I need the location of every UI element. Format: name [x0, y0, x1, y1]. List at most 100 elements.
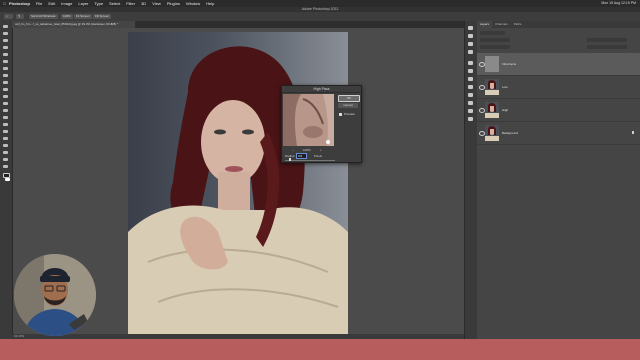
layer-row-low[interactable]: Low [477, 76, 640, 99]
fit-screen-button[interactable]: Fit Screen [74, 14, 92, 19]
presenter-video [14, 254, 96, 336]
layer-row-high[interactable]: High [477, 99, 640, 122]
crop-tool-icon[interactable] [3, 53, 8, 56]
zoom-tool-icon[interactable] [3, 165, 8, 168]
preview-zoom-level: 100% [303, 148, 311, 152]
menu-3d[interactable]: 3D [141, 1, 146, 6]
lock-icon[interactable] [632, 131, 634, 134]
eraser-tool-icon[interactable] [3, 102, 8, 105]
fill-screen-button[interactable]: Fill Screen [93, 14, 112, 19]
tools-panel [0, 21, 13, 339]
apple-icon[interactable]:  [3, 1, 6, 6]
layer-name[interactable]: High [502, 108, 508, 112]
document-canvas-image[interactable] [128, 32, 348, 334]
layer-row-inharmons[interactable]: Inharmons [477, 53, 640, 76]
menu-help[interactable]: Help [206, 1, 214, 6]
menu-view[interactable]: View [152, 1, 161, 6]
quick-select-tool-icon[interactable] [3, 46, 8, 49]
layers-panel: Layers Channels Paths Inharmons Low High… [477, 21, 640, 339]
radius-slider-handle[interactable] [289, 158, 291, 161]
menu-image[interactable]: Image [61, 1, 72, 6]
menu-layer[interactable]: Layer [78, 1, 88, 6]
fill-field[interactable] [587, 45, 627, 49]
radius-units: Pixels [314, 154, 323, 158]
zoom-in-icon[interactable]: + [320, 148, 322, 152]
layer-thumbnail [485, 125, 499, 141]
presenter-webcam [14, 254, 96, 336]
dialog-title: High Pass [282, 86, 361, 93]
layer-name[interactable]: Background [502, 131, 518, 135]
tab-channels[interactable]: Channels [492, 21, 511, 28]
frame-tool-icon[interactable] [3, 60, 8, 63]
clone-stamp-tool-icon[interactable] [3, 88, 8, 91]
dodge-tool-icon[interactable] [3, 123, 8, 126]
menu-plugins[interactable]: Plugins [167, 1, 180, 6]
shape-tool-icon[interactable] [3, 151, 8, 154]
tab-layers[interactable]: Layers [477, 21, 493, 28]
layer-thumbnail [485, 79, 499, 95]
layer-name[interactable]: Low [502, 85, 508, 89]
eyedropper-tool-icon[interactable] [3, 67, 8, 70]
adjustments-panel-icon[interactable] [468, 61, 473, 65]
menu-edit[interactable]: Edit [48, 1, 55, 6]
actions-panel-icon[interactable] [468, 109, 473, 113]
layer-thumbnail [485, 56, 499, 72]
navigator-panel-icon[interactable] [468, 117, 473, 121]
menu-type[interactable]: Type [94, 1, 103, 6]
menu-filter[interactable]: Filter [126, 1, 135, 6]
marquee-tool-icon[interactable] [3, 32, 8, 35]
brushes-panel-icon[interactable] [468, 85, 473, 89]
home-icon[interactable]: ⌂ [4, 14, 13, 19]
history-panel-icon[interactable] [468, 26, 473, 30]
zoom-tool-icon[interactable]: ⚲ [16, 14, 24, 19]
layer-name[interactable]: Inharmons [502, 62, 516, 66]
layer-row-background[interactable]: Background [477, 122, 640, 145]
portrait-photo [128, 46, 348, 334]
paragraph-panel-icon[interactable] [468, 93, 473, 97]
info-panel-icon[interactable] [468, 42, 473, 46]
menubar-clock: Mon 15 Aug 12:19 PM [601, 1, 636, 5]
radius-input[interactable]: 3.0 [296, 153, 307, 159]
bottom-banner [0, 339, 640, 360]
type-tool-icon[interactable] [3, 137, 8, 140]
blur-tool-icon[interactable] [3, 116, 8, 119]
hand-tool-icon[interactable] [3, 158, 8, 161]
pen-tool-icon[interactable] [3, 130, 8, 133]
blend-mode-dropdown[interactable] [480, 38, 510, 42]
preview-label: Preview [344, 112, 355, 116]
healing-brush-tool-icon[interactable] [3, 74, 8, 77]
document-tab[interactable]: coll_ho_frm...f_ss_tabaimse_fetal_#5f1b9… [12, 21, 135, 28]
lasso-tool-icon[interactable] [3, 39, 8, 42]
menu-file[interactable]: File [36, 1, 42, 6]
background-color-swatch[interactable] [5, 178, 10, 181]
menu-photoshop[interactable]: Photoshop [9, 1, 30, 6]
path-selection-tool-icon[interactable] [3, 144, 8, 147]
tab-paths[interactable]: Paths [511, 21, 525, 28]
opacity-field[interactable] [587, 38, 627, 42]
history-brush-tool-icon[interactable] [3, 95, 8, 98]
radius-slider-track[interactable] [285, 160, 335, 161]
zoom-out-icon[interactable]: − [292, 148, 294, 152]
properties-panel-icon[interactable] [468, 50, 473, 54]
cancel-button[interactable]: Cancel [338, 103, 358, 108]
libraries-panel-icon[interactable] [468, 69, 473, 73]
scroll-all-windows-button[interactable]: Scroll All Windows [29, 14, 58, 19]
gradient-tool-icon[interactable] [3, 109, 8, 112]
color-panel-icon[interactable] [468, 77, 473, 81]
high-pass-dialog: High Pass OK Cancel Preview − 100% + Rad… [281, 85, 362, 163]
lock-controls[interactable] [480, 45, 510, 49]
move-tool-icon[interactable] [3, 25, 8, 28]
character-panel-icon[interactable] [468, 101, 473, 105]
menu-window[interactable]: Window [186, 1, 200, 6]
portrait-thumbnail [485, 79, 499, 95]
ok-button[interactable]: OK [338, 95, 360, 102]
zoom-100-button[interactable]: 100% [61, 14, 73, 19]
menu-select[interactable]: Select [109, 1, 120, 6]
zoom-status[interactable]: 33.33% [14, 334, 24, 338]
filter-preview[interactable] [283, 94, 334, 146]
layer-filter-dropdown[interactable] [480, 31, 505, 35]
brush-tool-icon[interactable] [3, 81, 8, 84]
swatches-panel-icon[interactable] [468, 34, 473, 38]
panel-icon-strip [464, 21, 477, 339]
preview-checkbox[interactable] [339, 113, 342, 116]
